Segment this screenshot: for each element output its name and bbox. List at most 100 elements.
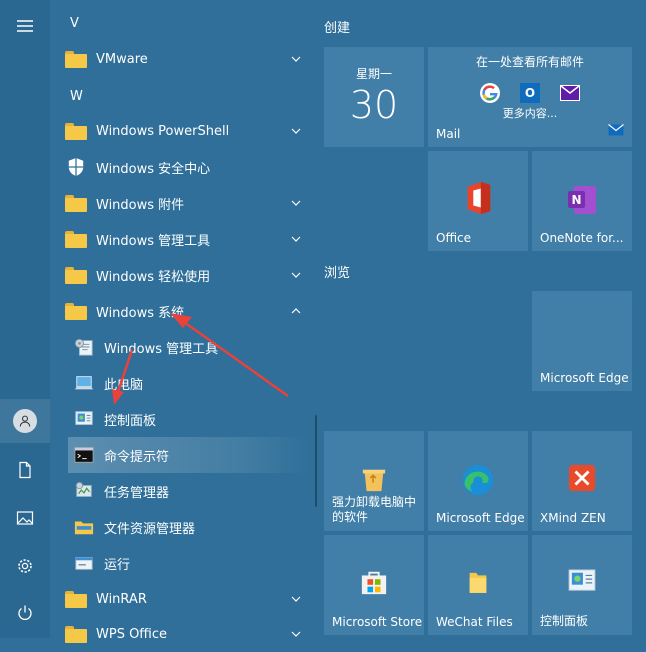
app-wps-office[interactable]: WPS Office — [60, 616, 310, 652]
picture-icon — [16, 511, 34, 525]
group-header-create[interactable]: 创建 — [324, 17, 350, 36]
tile-label: OneNote for... — [540, 231, 624, 245]
app-this-pc[interactable]: 此电脑 — [68, 365, 310, 401]
power-button[interactable] — [0, 591, 50, 635]
tile-label: Office — [436, 231, 472, 245]
svg-text:N: N — [571, 193, 581, 207]
run-icon — [72, 551, 96, 575]
tile-microsoft-edge-2[interactable]: Microsoft Edge — [428, 431, 528, 531]
account-button[interactable] — [0, 399, 50, 443]
documents-button[interactable] — [0, 448, 50, 492]
app-file-explorer[interactable]: 文件资源管理器 — [68, 509, 310, 545]
pictures-button[interactable] — [0, 496, 50, 540]
tile-wechat-files[interactable]: WeChat Files — [428, 535, 528, 635]
app-sys-admin-tools[interactable]: Windows 管理工具 — [68, 329, 310, 365]
app-label: Windows 附件 — [96, 197, 185, 213]
app-control-panel[interactable]: 控制面板 — [68, 401, 310, 437]
document-icon — [19, 461, 31, 479]
calendar-day: 星期一 — [355, 67, 392, 81]
tile-label: XMind ZEN — [540, 511, 606, 525]
edge-icon — [461, 463, 495, 501]
recycle-bin-icon — [361, 465, 387, 497]
computer-icon — [72, 371, 96, 395]
folder-icon — [64, 622, 88, 646]
shield-icon — [64, 155, 88, 179]
menu-button[interactable] — [0, 4, 50, 48]
folder-icon — [64, 263, 88, 287]
app-label: 此电脑 — [104, 377, 144, 393]
app-powershell[interactable]: Windows PowerShell — [60, 113, 310, 149]
tile-office[interactable]: Office — [428, 151, 528, 251]
control-panel-icon — [568, 569, 596, 597]
letter-header-w[interactable]: W — [70, 89, 83, 104]
admin-tools-icon — [72, 335, 96, 359]
mail-icon — [608, 121, 624, 140]
hamburger-icon — [17, 20, 33, 32]
chevron-down-icon — [288, 626, 304, 642]
app-label: WPS Office — [96, 626, 168, 642]
chevron-down-icon — [288, 231, 304, 247]
app-security[interactable]: Windows 安全中心 — [60, 149, 310, 185]
tile-uninstaller[interactable]: 强力卸载电脑中的软件 — [324, 431, 424, 531]
tile-xmind-zen[interactable]: XMind ZEN — [532, 431, 632, 531]
file-explorer-icon — [72, 515, 96, 539]
tile-onenote[interactable]: N OneNote for... — [532, 151, 632, 251]
folder-icon — [64, 299, 88, 323]
power-icon — [18, 605, 32, 620]
tile-label: Microsoft Store — [332, 615, 423, 629]
app-winrar[interactable]: WinRAR — [60, 581, 310, 617]
outlook-icon: O — [520, 83, 540, 103]
tile-label: 控制面板 — [540, 614, 589, 628]
gear-icon — [18, 559, 32, 573]
chevron-down-icon — [288, 123, 304, 139]
app-run[interactable]: 运行 — [68, 545, 310, 581]
app-windows-system[interactable]: Windows 系统 — [60, 293, 310, 329]
chevron-down-icon — [288, 591, 304, 607]
scrollbar[interactable] — [315, 415, 317, 507]
terminal-icon — [72, 443, 96, 467]
yahoo-mail-icon — [560, 85, 580, 101]
control-panel-icon — [72, 407, 96, 431]
app-command-prompt[interactable]: 命令提示符 — [68, 437, 310, 473]
group-header-browse[interactable]: 浏览 — [324, 262, 350, 281]
tile-calendar[interactable]: 星期一 30 — [324, 47, 424, 147]
app-admin-tools[interactable]: Windows 管理工具 — [60, 221, 310, 257]
folder-icon — [64, 119, 88, 143]
chevron-down-icon — [288, 51, 304, 67]
task-manager-icon — [72, 479, 96, 503]
letter-header-v[interactable]: V — [70, 16, 79, 31]
avatar — [13, 409, 37, 433]
app-label: Windows 轻松使用 — [96, 269, 211, 285]
mail-more: 更多内容... — [502, 107, 558, 120]
tile-control-panel[interactable]: 控制面板 — [532, 535, 632, 635]
tile-mail[interactable]: 在一处查看所有邮件 O 更多内容... Mail — [428, 47, 632, 147]
app-accessories[interactable]: Windows 附件 — [60, 185, 310, 221]
folder-icon — [64, 587, 88, 611]
chevron-down-icon — [288, 195, 304, 211]
app-label: WinRAR — [96, 591, 147, 607]
onenote-icon: N — [566, 184, 598, 220]
start-rail — [0, 0, 50, 638]
settings-button[interactable] — [0, 544, 50, 588]
app-label: 命令提示符 — [104, 449, 170, 465]
app-label: VMware — [96, 51, 148, 67]
app-label: 运行 — [104, 557, 131, 573]
app-label: Windows 管理工具 — [96, 233, 211, 249]
chevron-down-icon — [288, 267, 304, 283]
app-label: 任务管理器 — [104, 485, 170, 501]
app-list: V VMware W Windows PowerShell Windows 安全… — [50, 0, 312, 643]
tile-microsoft-edge[interactable]: Microsoft Edge — [532, 291, 632, 391]
tile-microsoft-store[interactable]: Microsoft Store — [324, 535, 424, 635]
tile-label: 强力卸载电脑中的软件 — [332, 495, 417, 524]
app-vmware[interactable]: VMware — [60, 41, 310, 77]
app-task-manager[interactable]: 任务管理器 — [68, 473, 310, 509]
folder-icon — [64, 47, 88, 71]
tile-label: WeChat Files — [436, 615, 513, 629]
app-label: Windows 安全中心 — [96, 161, 211, 177]
app-label: Windows 系统 — [96, 305, 185, 321]
app-label: Windows 管理工具 — [104, 341, 219, 357]
tile-label: Microsoft Edge — [436, 511, 525, 525]
app-ease-of-access[interactable]: Windows 轻松使用 — [60, 257, 310, 293]
chevron-up-icon — [288, 303, 304, 319]
tile-label: Mail — [436, 127, 461, 141]
